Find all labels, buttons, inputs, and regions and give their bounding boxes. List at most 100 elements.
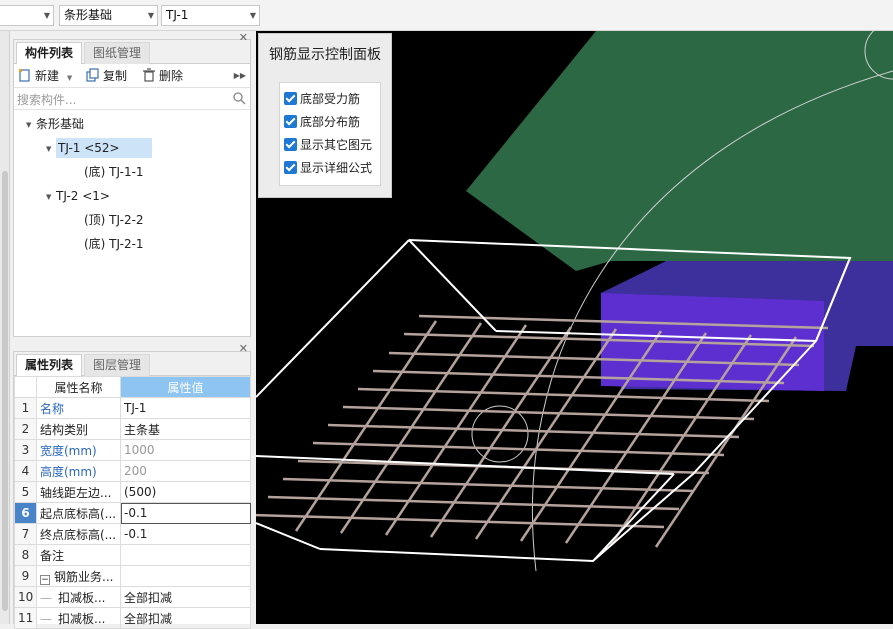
control-panel-title: 钢筋显示控制面板 (269, 47, 381, 63)
property-value[interactable]: (500) (120, 481, 251, 503)
tree-node-root[interactable]: ▼ 条形基础 (26, 114, 84, 134)
component-type-value: 条形基础 (64, 8, 113, 22)
collapse-icon: ▼ (26, 121, 32, 129)
component-name-combo[interactable]: TJ-1 ▼ (161, 5, 260, 26)
chevron-down-icon: ▼ (43, 11, 50, 20)
property-value[interactable] (120, 565, 251, 587)
tree-line-icon: — (40, 611, 52, 626)
component-search[interactable]: 搜索构件... (14, 88, 250, 110)
new-button[interactable]: 新建 ▼ (18, 67, 72, 85)
property-group-name[interactable]: − 钢筋业务... (36, 565, 121, 587)
property-name: 扣减板... (58, 611, 106, 626)
row-number: 6 (14, 502, 37, 524)
property-value[interactable]: TJ-1 (120, 397, 251, 419)
checkbox-label: 底部受力筋 (300, 92, 361, 106)
component-name-value: TJ-1 (166, 8, 189, 22)
table-row[interactable]: 2 结构类别 主条基 (14, 418, 251, 440)
tab-component-list[interactable]: 构件列表 (16, 42, 83, 64)
property-name: 钢筋业务... (54, 569, 114, 584)
property-value[interactable]: 200 (120, 460, 251, 482)
checkbox-bottom-distribution-rebar[interactable]: 底部分布筋 (284, 114, 360, 132)
property-value[interactable]: -0.1 (120, 523, 251, 545)
tree-node-tj1-1[interactable]: (底) TJ-1-1 (84, 162, 144, 182)
property-name: 终点底标高(... (36, 523, 121, 545)
property-name: 高度(mm) (36, 460, 121, 482)
delete-button-label: 删除 (159, 69, 184, 83)
property-value[interactable]: 1000 (120, 439, 251, 461)
row-number: 5 (14, 481, 37, 503)
tree-node-tj2-1[interactable]: (底) TJ-2-1 (84, 234, 144, 254)
property-name-cell: — 扣减板... (36, 586, 121, 608)
row-number: 2 (14, 418, 37, 440)
tree-line-icon: — (40, 590, 52, 605)
tab-drawing-management[interactable]: 图纸管理 (84, 42, 151, 64)
component-tree: ▼ 条形基础 ▼ TJ-1 <52> (底) TJ-1-1 ▼ TJ-2 <1> (顶… (14, 110, 250, 330)
tree-node-root-label: 条形基础 (36, 117, 85, 131)
floor-combo[interactable]: ▼ (0, 5, 54, 26)
property-name: 结构类别 (36, 418, 121, 440)
row-number: 11 (14, 607, 37, 629)
table-row[interactable]: 4 高度(mm) 200 (14, 460, 251, 482)
component-type-combo[interactable]: 条形基础 ▼ (59, 5, 158, 26)
checkbox-checked-icon[interactable] (284, 138, 297, 151)
table-row[interactable]: 10 — 扣减板... 全部扣减 (14, 586, 251, 608)
search-input[interactable]: 搜索构件... (17, 91, 76, 108)
header-num (14, 376, 37, 398)
tree-node-tj1[interactable]: ▼ TJ-1 <52> (46, 138, 152, 158)
tree-node-tj2-2[interactable]: (顶) TJ-2-2 (84, 210, 144, 230)
property-value[interactable]: 主条基 (120, 418, 251, 440)
property-name: 名称 (36, 397, 121, 419)
checkbox-show-detailed-formula[interactable]: 显示详细公式 (284, 160, 372, 178)
property-name: 轴线距左边... (36, 481, 121, 503)
table-row[interactable]: 8 备注 (14, 544, 251, 566)
tree-node-tj2-label: TJ-2 <1> (56, 189, 110, 203)
property-value[interactable]: 全部扣减 (120, 586, 251, 608)
tree-node-tj2-1-label: (底) TJ-2-1 (84, 237, 144, 251)
collapse-icon: ▼ (46, 145, 52, 153)
row-number: 4 (14, 460, 37, 482)
left-scrollbar[interactable] (2, 171, 8, 611)
checkbox-label: 底部分布筋 (300, 115, 361, 129)
property-panel-tabs: 属性列表 图层管理 (14, 352, 250, 376)
checkbox-checked-icon[interactable] (284, 92, 297, 105)
property-name: 扣减板... (58, 590, 106, 605)
table-row[interactable]: 9 − 钢筋业务... (14, 565, 251, 587)
tab-layer-management[interactable]: 图层管理 (84, 354, 151, 376)
tab-property-list[interactable]: 属性列表 (16, 354, 83, 376)
delete-button[interactable]: 删除 (142, 67, 183, 85)
row-number: 7 (14, 523, 37, 545)
table-row[interactable]: 6 起点底标高(... -0.1 (14, 502, 251, 524)
collapse-group-icon[interactable]: − (40, 574, 50, 585)
chevron-down-icon: ▼ (66, 74, 73, 82)
new-file-icon (18, 68, 30, 82)
checkbox-bottom-main-rebar[interactable]: 底部受力筋 (284, 91, 360, 109)
table-row[interactable]: 3 宽度(mm) 1000 (14, 439, 251, 461)
checkbox-checked-icon[interactable] (284, 115, 297, 128)
tree-node-tj2[interactable]: ▼ TJ-2 <1> (46, 186, 110, 206)
table-row[interactable]: 7 终点底标高(... -0.1 (14, 523, 251, 545)
header-property-value: 属性值 (120, 376, 251, 398)
property-name: 宽度(mm) (36, 439, 121, 461)
component-panel-tabs: 构件列表 图纸管理 (14, 40, 250, 64)
property-table-header: 属性名称 属性值 (14, 376, 251, 398)
row-number: 1 (14, 397, 37, 419)
chevron-down-icon: ▼ (249, 11, 256, 20)
table-row[interactable]: 11 — 扣减板... 全部扣减 (14, 607, 251, 629)
property-name: 备注 (36, 544, 121, 566)
checkbox-label: 显示其它图元 (300, 138, 373, 152)
property-value-input[interactable]: -0.1 (120, 502, 251, 524)
component-list-panel: ✕ 构件列表 图纸管理 新建 ▼ 复制 删除 ▶▶ 搜索构件... ▼ 条形基础 … (13, 31, 251, 337)
checkbox-show-other-elements[interactable]: 显示其它图元 (284, 137, 372, 155)
chevron-down-icon: ▼ (147, 11, 154, 20)
table-row[interactable]: 5 轴线距左边... (500) (14, 481, 251, 503)
checkbox-checked-icon[interactable] (284, 161, 297, 174)
left-dock-strip (0, 31, 10, 624)
row-number: 8 (14, 544, 37, 566)
copy-button[interactable]: 复制 (86, 67, 127, 85)
property-name-cell: — 扣减板... (36, 607, 121, 629)
more-icon[interactable]: ▶▶ (234, 67, 246, 85)
property-value[interactable] (120, 544, 251, 566)
property-value[interactable]: 全部扣减 (120, 607, 251, 629)
header-property-name: 属性名称 (36, 376, 121, 398)
table-row[interactable]: 1 名称 TJ-1 (14, 397, 251, 419)
